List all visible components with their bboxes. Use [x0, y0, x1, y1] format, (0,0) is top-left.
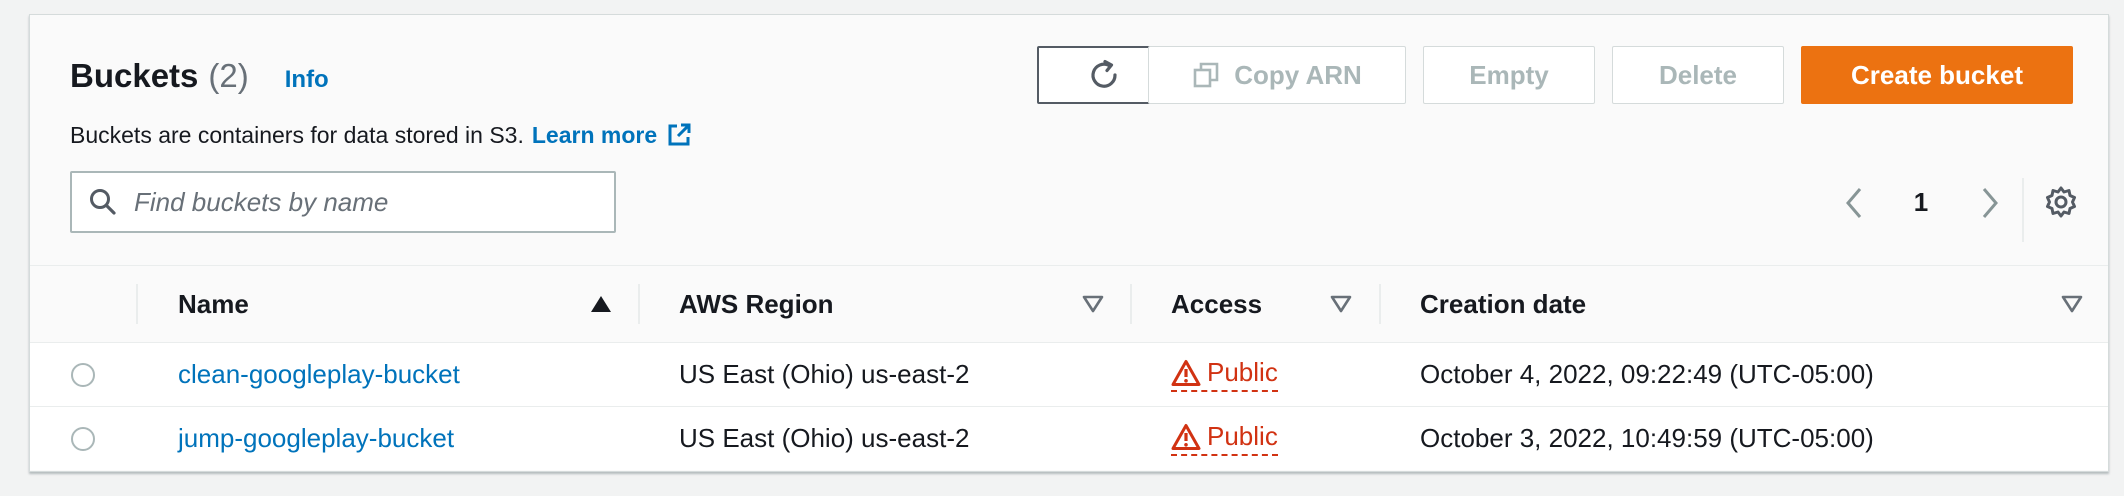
external-link-icon[interactable] [665, 121, 693, 149]
description: Buckets are containers for data stored i… [70, 121, 693, 149]
empty-button[interactable]: Empty [1423, 46, 1595, 104]
column-divider [638, 284, 640, 324]
access-status[interactable]: Public [1171, 421, 1278, 456]
create-bucket-label: Create bucket [1851, 59, 2023, 90]
bucket-name-link[interactable]: clean-googleplay-bucket [178, 359, 460, 390]
column-header-access[interactable]: Access [1171, 266, 1262, 342]
warning-icon [1171, 359, 1201, 386]
search-field[interactable] [70, 171, 616, 233]
title-text: Buckets [70, 57, 199, 94]
empty-label: Empty [1469, 59, 1549, 90]
refresh-icon [1091, 59, 1117, 88]
current-page[interactable]: 1 [1906, 187, 1936, 218]
bucket-name-link[interactable]: jump-googleplay-bucket [178, 423, 454, 454]
table-row[interactable]: clean-googleplay-bucket US East (Ohio) u… [30, 343, 2108, 407]
sort-icon[interactable] [1330, 294, 1352, 314]
creation-date: October 4, 2022, 09:22:49 (UTC-05:00) [1420, 359, 1874, 389]
next-page-icon[interactable] [1978, 185, 2002, 221]
buckets-panel: Buckets (2) Info Buckets are containers … [29, 14, 2109, 472]
column-header-name[interactable]: Name [178, 266, 249, 342]
sort-icon[interactable] [1082, 294, 1104, 314]
bucket-region: US East (Ohio) us-east-2 [679, 423, 970, 453]
column-divider [1130, 284, 1132, 324]
column-divider [136, 284, 138, 324]
gear-icon[interactable] [2043, 184, 2079, 220]
row-select-radio[interactable] [71, 363, 95, 387]
description-text: Buckets are containers for data stored i… [70, 121, 524, 148]
access-status-label: Public [1207, 357, 1278, 387]
delete-button[interactable]: Delete [1612, 46, 1784, 104]
copy-arn-label: Copy ARN [1234, 59, 1362, 90]
table-row[interactable]: jump-googleplay-bucket US East (Ohio) us… [30, 407, 2108, 470]
pager-divider [2022, 178, 2024, 242]
page-title: Buckets (2) Info [70, 57, 329, 95]
delete-label: Delete [1658, 59, 1738, 90]
previous-page-icon[interactable] [1842, 185, 1866, 221]
learn-more-link[interactable]: Learn more [532, 122, 657, 149]
row-select-radio[interactable] [71, 427, 95, 451]
buckets-table: Name AWS Region Access Creation date cle… [30, 265, 2108, 470]
table-header: Name AWS Region Access Creation date [30, 265, 2108, 343]
column-divider [1379, 284, 1381, 324]
access-status-label: Public [1207, 421, 1278, 451]
search-icon [90, 189, 116, 215]
sort-ascending-icon[interactable] [590, 294, 612, 314]
creation-date: October 3, 2022, 10:49:59 (UTC-05:00) [1420, 423, 1874, 453]
warning-icon [1171, 423, 1201, 450]
sort-icon[interactable] [2061, 294, 2083, 314]
bucket-count: (2) [208, 57, 249, 94]
copy-icon [1193, 62, 1219, 88]
access-status[interactable]: Public [1171, 357, 1278, 392]
bucket-region: US East (Ohio) us-east-2 [679, 359, 970, 389]
search-input[interactable] [132, 185, 596, 219]
column-header-creation-date[interactable]: Creation date [1420, 266, 1586, 342]
copy-arn-button[interactable]: Copy ARN [1148, 46, 1406, 104]
create-bucket-button[interactable]: Create bucket [1801, 46, 2073, 104]
column-header-region[interactable]: AWS Region [679, 266, 834, 342]
info-link[interactable]: Info [285, 66, 329, 94]
